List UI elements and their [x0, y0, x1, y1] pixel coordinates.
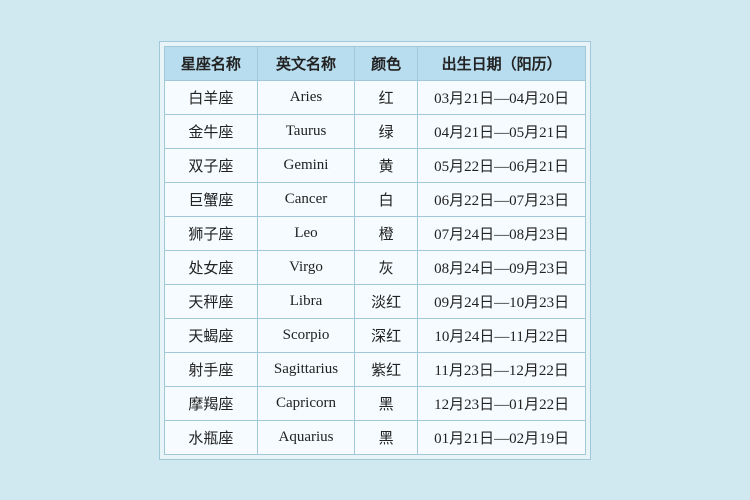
cell-color: 黄	[355, 148, 418, 182]
table-body: 白羊座Aries红03月21日—04月20日金牛座Taurus绿04月21日—0…	[164, 80, 585, 454]
cell-dates: 12月23日—01月22日	[418, 386, 586, 420]
table-row: 射手座Sagittarius紫红11月23日—12月22日	[164, 352, 585, 386]
cell-chinese-name: 金牛座	[164, 114, 257, 148]
table-row: 摩羯座Capricorn黑12月23日—01月22日	[164, 386, 585, 420]
cell-color: 紫红	[355, 352, 418, 386]
header-english-name: 英文名称	[257, 46, 354, 80]
header-chinese-name: 星座名称	[164, 46, 257, 80]
cell-color: 绿	[355, 114, 418, 148]
table-row: 白羊座Aries红03月21日—04月20日	[164, 80, 585, 114]
cell-dates: 08月24日—09月23日	[418, 250, 586, 284]
cell-dates: 03月21日—04月20日	[418, 80, 586, 114]
cell-english-name: Taurus	[257, 114, 354, 148]
table-header-row: 星座名称 英文名称 颜色 出生日期（阳历）	[164, 46, 585, 80]
cell-chinese-name: 双子座	[164, 148, 257, 182]
cell-chinese-name: 水瓶座	[164, 420, 257, 454]
cell-english-name: Gemini	[257, 148, 354, 182]
cell-english-name: Scorpio	[257, 318, 354, 352]
cell-english-name: Virgo	[257, 250, 354, 284]
cell-chinese-name: 巨蟹座	[164, 182, 257, 216]
cell-chinese-name: 处女座	[164, 250, 257, 284]
cell-english-name: Sagittarius	[257, 352, 354, 386]
cell-color: 黑	[355, 420, 418, 454]
table-row: 天蝎座Scorpio深红10月24日—11月22日	[164, 318, 585, 352]
zodiac-table-container: 星座名称 英文名称 颜色 出生日期（阳历） 白羊座Aries红03月21日—04…	[159, 41, 591, 460]
cell-color: 橙	[355, 216, 418, 250]
cell-chinese-name: 天秤座	[164, 284, 257, 318]
table-row: 处女座Virgo灰08月24日—09月23日	[164, 250, 585, 284]
cell-english-name: Leo	[257, 216, 354, 250]
table-row: 狮子座Leo橙07月24日—08月23日	[164, 216, 585, 250]
cell-english-name: Aries	[257, 80, 354, 114]
cell-dates: 04月21日—05月21日	[418, 114, 586, 148]
cell-color: 灰	[355, 250, 418, 284]
header-color: 颜色	[355, 46, 418, 80]
cell-chinese-name: 白羊座	[164, 80, 257, 114]
header-dates: 出生日期（阳历）	[418, 46, 586, 80]
table-row: 水瓶座Aquarius黑01月21日—02月19日	[164, 420, 585, 454]
cell-english-name: Cancer	[257, 182, 354, 216]
cell-color: 黑	[355, 386, 418, 420]
cell-dates: 07月24日—08月23日	[418, 216, 586, 250]
cell-dates: 05月22日—06月21日	[418, 148, 586, 182]
cell-english-name: Capricorn	[257, 386, 354, 420]
cell-dates: 10月24日—11月22日	[418, 318, 586, 352]
cell-color: 淡红	[355, 284, 418, 318]
table-row: 巨蟹座Cancer白06月22日—07月23日	[164, 182, 585, 216]
cell-chinese-name: 射手座	[164, 352, 257, 386]
table-row: 天秤座Libra淡红09月24日—10月23日	[164, 284, 585, 318]
cell-chinese-name: 摩羯座	[164, 386, 257, 420]
cell-english-name: Aquarius	[257, 420, 354, 454]
table-row: 金牛座Taurus绿04月21日—05月21日	[164, 114, 585, 148]
cell-color: 红	[355, 80, 418, 114]
table-row: 双子座Gemini黄05月22日—06月21日	[164, 148, 585, 182]
cell-chinese-name: 天蝎座	[164, 318, 257, 352]
cell-color: 深红	[355, 318, 418, 352]
cell-dates: 11月23日—12月22日	[418, 352, 586, 386]
cell-dates: 01月21日—02月19日	[418, 420, 586, 454]
cell-dates: 06月22日—07月23日	[418, 182, 586, 216]
cell-color: 白	[355, 182, 418, 216]
cell-dates: 09月24日—10月23日	[418, 284, 586, 318]
cell-chinese-name: 狮子座	[164, 216, 257, 250]
zodiac-table: 星座名称 英文名称 颜色 出生日期（阳历） 白羊座Aries红03月21日—04…	[164, 46, 586, 455]
cell-english-name: Libra	[257, 284, 354, 318]
